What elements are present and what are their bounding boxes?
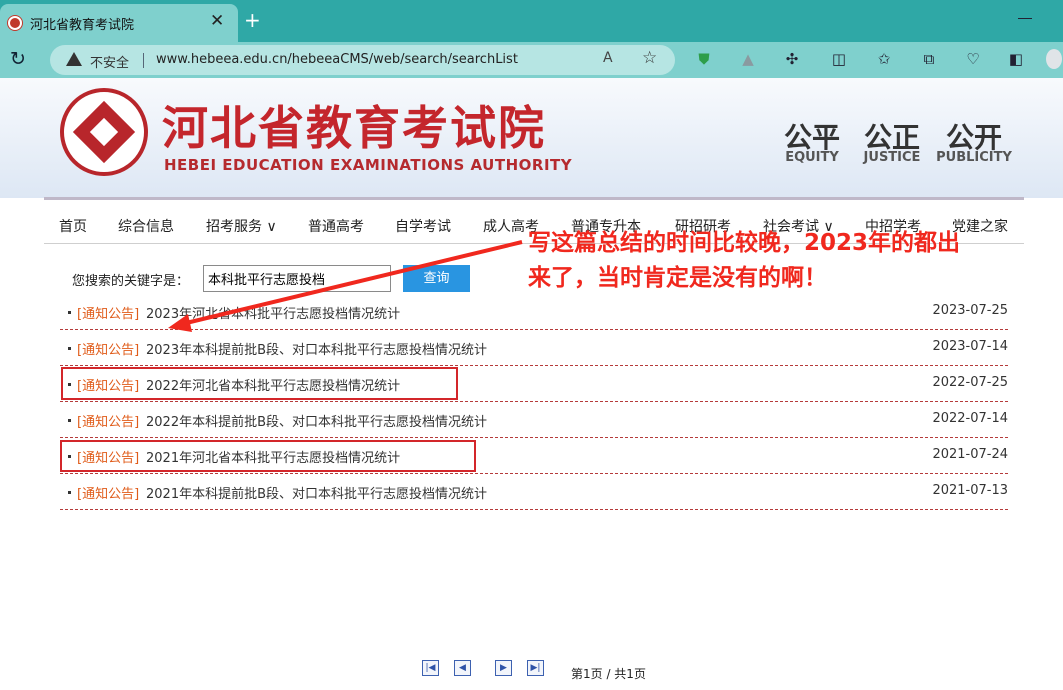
bullet-icon — [68, 491, 71, 494]
annotation-line: 来了，当时肯定是没有的啊！ — [528, 265, 827, 291]
query-button[interactable]: 查询 — [403, 265, 470, 292]
result-date: 2021-07-24 — [932, 447, 1008, 462]
result-row: [通知公告] 2023年河北省本科批平行志愿投档情况统计 2023-07-25 — [60, 294, 1008, 330]
keyword-input[interactable] — [203, 265, 391, 292]
bullet-icon — [68, 419, 71, 422]
nav-item-party[interactable]: 党建之家 — [952, 216, 1008, 236]
result-date: 2023-07-25 — [932, 303, 1008, 318]
shield-extension-icon[interactable]: ⛊ — [694, 49, 714, 69]
performance-heart-icon[interactable]: ♡ — [963, 49, 983, 69]
result-title[interactable]: 2023年本科提前批B段、对口本科批平行志愿投档情况统计 — [146, 339, 487, 358]
result-tag[interactable]: [通知公告] — [77, 303, 139, 322]
address-separator — [143, 53, 144, 68]
browser-toolbar: ↻ 不安全 www.hebeea.edu.cn/hebeeaCMS/web/se… — [0, 42, 1063, 78]
nav-item-self-study[interactable]: 自学考试 — [395, 216, 451, 236]
result-date: 2021-07-13 — [932, 483, 1008, 498]
result-title[interactable]: 2023年河北省本科批平行志愿投档情况统计 — [146, 303, 400, 322]
motto-cn: 公正 — [863, 121, 920, 154]
result-date: 2023-07-14 — [932, 339, 1008, 354]
result-date: 2022-07-14 — [932, 411, 1008, 426]
new-tab-icon[interactable]: + — [244, 8, 261, 32]
motto-en: PUBLICITY — [936, 150, 1012, 165]
result-tag[interactable]: [通知公告] — [77, 483, 139, 502]
favorites-icon[interactable]: ✩ — [874, 49, 894, 69]
triangle-extension-icon[interactable]: ▲ — [738, 49, 758, 69]
tab-title: 河北省教育考试院 — [30, 18, 135, 33]
annotation-text: 写这篇总结的时间比较晚，2023年的都出 来了，当时肯定是没有的啊！ — [528, 226, 960, 296]
reload-icon[interactable]: ↻ — [10, 48, 26, 70]
prev-page-button[interactable]: ◀ — [454, 660, 471, 676]
bullet-icon — [68, 347, 71, 350]
bullet-icon — [68, 311, 71, 314]
first-page-button[interactable]: |◀ — [422, 660, 439, 676]
site-name-en: HEBEI EDUCATION EXAMINATIONS AUTHORITY — [164, 156, 573, 174]
motto-equity: 公平 EQUITY — [772, 116, 852, 165]
profile-avatar-icon[interactable] — [1046, 49, 1062, 69]
favorite-star-icon[interactable]: ☆ — [642, 48, 657, 68]
highlight-box — [61, 367, 458, 400]
collections-icon[interactable]: ⧉ — [919, 49, 939, 69]
nav-item-admission-services[interactable]: 招考服务 ∨ — [206, 216, 277, 236]
address-bar[interactable]: 不安全 www.hebeea.edu.cn/hebeeaCMS/web/sear… — [50, 45, 675, 75]
tab-close-icon[interactable]: ✕ — [210, 11, 224, 31]
result-row: [通知公告] 2023年本科提前批B段、对口本科批平行志愿投档情况统计 2023… — [60, 330, 1008, 366]
browser-tab-bar: 河北省教育考试院 ✕ + — [0, 0, 1063, 42]
motto-en: JUSTICE — [863, 150, 921, 165]
annotation-line: 写这篇总结的时间比较晚，2023年的都出 — [528, 230, 961, 256]
site-name-cn: 河北省教育考试院 — [162, 101, 546, 155]
read-aloud-icon[interactable]: A — [603, 50, 613, 66]
extensions-puzzle-icon[interactable]: ✣ — [782, 49, 802, 69]
keyword-label: 您搜索的关键字是： — [72, 274, 190, 289]
motto-justice: 公正 JUSTICE — [852, 116, 932, 165]
split-screen-icon[interactable]: ◫ — [829, 49, 849, 69]
nav-item-home[interactable]: 首页 — [59, 216, 87, 236]
window-minimize-icon[interactable] — [1018, 18, 1032, 19]
nav-item-gaokao[interactable]: 普通高考 — [308, 216, 364, 236]
motto-cn: 公平 — [783, 121, 840, 154]
result-row: [通知公告] 2022年本科提前批B段、对口本科批平行志愿投档情况统计 2022… — [60, 402, 1008, 438]
result-title[interactable]: 2021年本科提前批B段、对口本科批平行志愿投档情况统计 — [146, 483, 487, 502]
site-logo — [60, 88, 148, 176]
nav-item-general-info[interactable]: 综合信息 — [118, 216, 174, 236]
result-tag[interactable]: [通知公告] — [77, 339, 139, 358]
site-favicon-icon — [8, 16, 22, 30]
result-tag[interactable]: [通知公告] — [77, 411, 139, 430]
highlight-box — [60, 440, 476, 472]
browser-tab[interactable]: 河北省教育考试院 ✕ — [0, 4, 238, 42]
result-row: [通知公告] 2021年本科提前批B段、对口本科批平行志愿投档情况统计 2021… — [60, 474, 1008, 510]
motto-publicity: 公开 PUBLICITY — [934, 116, 1014, 165]
last-page-button[interactable]: ▶| — [527, 660, 544, 676]
url-text[interactable]: www.hebeea.edu.cn/hebeeaCMS/web/search/s… — [156, 52, 518, 67]
warning-icon[interactable] — [66, 52, 82, 66]
motto-cn: 公开 — [945, 121, 1002, 154]
page-info: 第1页 / 共1页 — [571, 667, 646, 681]
next-page-button[interactable]: ▶ — [495, 660, 512, 676]
result-title[interactable]: 2022年本科提前批B段、对口本科批平行志愿投档情况统计 — [146, 411, 487, 430]
sidebar-icon[interactable]: ◧ — [1006, 49, 1026, 69]
insecure-label[interactable]: 不安全 — [90, 52, 129, 71]
result-date: 2022-07-25 — [932, 375, 1008, 390]
